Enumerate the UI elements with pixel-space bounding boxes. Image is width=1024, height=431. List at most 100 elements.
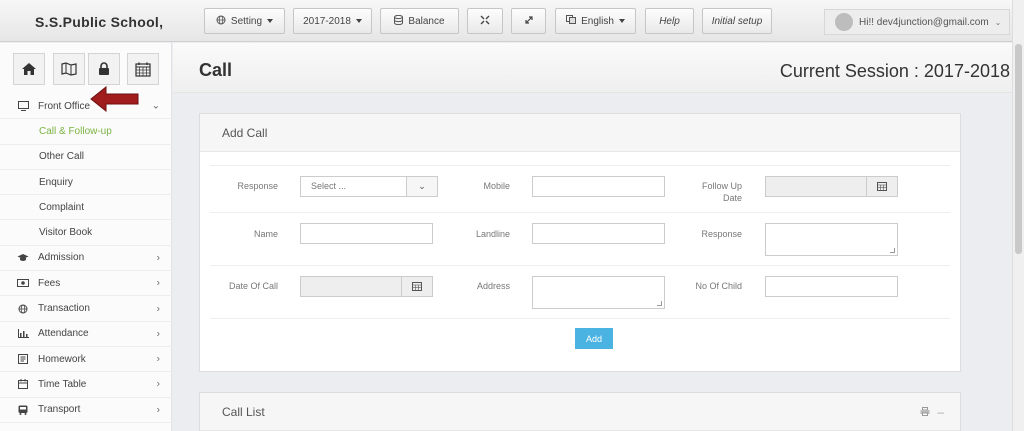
sidebar: Front Office ⌄ Call & Follow-up Other Ca… <box>0 43 172 431</box>
add-button[interactable]: Add <box>575 328 613 349</box>
follow-up-date-field[interactable] <box>765 176 898 197</box>
brand-name: S.S.Public School, <box>35 14 164 30</box>
red-arrow-icon <box>90 86 139 112</box>
sidebar-item-label: Transaction <box>38 303 90 315</box>
expand-icon <box>524 15 534 28</box>
user-menu[interactable]: Hi!! dev4junction@gmail.com ⌄ <box>824 9 1010 35</box>
bus-icon <box>15 405 31 415</box>
sidebar-item-enquiry[interactable]: Enquiry <box>0 170 172 196</box>
help-label: Help <box>659 15 680 27</box>
scrollbar-thumb[interactable] <box>1015 44 1022 254</box>
fullscreen-button[interactable] <box>467 8 503 34</box>
chevron-right-icon: › <box>156 303 160 315</box>
year-label: 2017-2018 <box>303 15 351 27</box>
mobile-label: Mobile <box>483 181 510 191</box>
sidebar-item-homework[interactable]: Homework › <box>0 347 172 373</box>
response-textarea[interactable] <box>765 223 898 256</box>
sidebar-item-label: Admission <box>38 252 85 264</box>
monitor-icon <box>15 101 31 112</box>
lock-icon[interactable] <box>88 53 120 85</box>
chevron-right-icon: › <box>156 404 160 416</box>
language-label: English <box>581 15 614 27</box>
sidebar-item-transport[interactable]: Transport › <box>0 398 172 423</box>
chevron-right-icon: › <box>156 277 160 289</box>
sidebar-item-label: Transport <box>38 404 81 416</box>
map-icon[interactable] <box>53 53 85 85</box>
sidebar-item-fees[interactable]: Fees › <box>0 271 172 297</box>
sidebar-item-attendance[interactable]: Attendance › <box>0 322 172 347</box>
date-of-call-field[interactable] <box>300 276 433 297</box>
sidebar-item-time-table[interactable]: Time Table › <box>0 372 172 398</box>
panel-title: Add Call <box>200 114 960 152</box>
no-of-child-label: No Of Child <box>695 281 742 291</box>
language-icon <box>566 15 577 27</box>
mobile-field[interactable] <box>532 176 665 197</box>
address-textarea[interactable] <box>532 276 665 309</box>
landline-field[interactable] <box>532 223 665 244</box>
sidebar-item-label: Front Office <box>38 100 91 112</box>
calendar-icon <box>15 379 31 390</box>
expand-button[interactable] <box>511 8 546 34</box>
top-bar: S.S.Public School, Setting 2017-2018 Bal… <box>0 0 1024 42</box>
sidebar-item-complaint[interactable]: Complaint <box>0 195 172 221</box>
name-field[interactable] <box>300 223 433 244</box>
sidebar-item-front-office[interactable]: Front Office ⌄ <box>0 94 172 120</box>
calendar-icon[interactable] <box>127 53 159 85</box>
chevron-right-icon: › <box>156 252 160 264</box>
no-of-child-field[interactable] <box>765 276 898 297</box>
add-call-panel: Add Call Response Select ... ⌄ Mobile Fo… <box>199 113 961 372</box>
divider <box>210 165 950 166</box>
money-icon <box>15 279 31 288</box>
call-list-header: Call List – <box>200 393 960 431</box>
follow-up-label: Follow Up Date <box>678 180 742 204</box>
bar-chart-icon <box>15 329 31 339</box>
sidebar-item-visitor-book[interactable]: Visitor Book <box>0 220 172 246</box>
landline-label: Landline <box>475 229 510 239</box>
resize-handle-icon[interactable] <box>657 301 662 306</box>
calendar-icon[interactable] <box>401 276 433 297</box>
vertical-scrollbar[interactable] <box>1012 0 1024 431</box>
divider <box>210 212 950 213</box>
sidebar-item-other-call[interactable]: Other Call <box>0 145 172 170</box>
name-label: Name <box>253 229 278 239</box>
globe-icon <box>15 304 31 314</box>
help-button[interactable]: Help <box>645 8 694 34</box>
sidebar-item-label: Enquiry <box>39 176 73 188</box>
balance-label: Balance <box>408 15 445 27</box>
chevron-right-icon: › <box>156 378 160 390</box>
sidebar-item-label: Visitor Book <box>39 227 93 239</box>
resize-handle-icon[interactable] <box>890 248 895 253</box>
initial-setup-button[interactable]: Initial setup <box>702 8 772 34</box>
home-icon[interactable] <box>13 53 45 85</box>
chevron-down-icon: ⌄ <box>151 100 160 112</box>
language-dropdown[interactable]: English <box>555 8 636 34</box>
divider <box>210 265 950 266</box>
chevron-down-icon[interactable]: ⌄ <box>406 176 438 197</box>
response2-label: Response <box>701 229 742 239</box>
calendar-icon[interactable] <box>866 176 898 197</box>
sidebar-item-transaction[interactable]: Transaction › <box>0 296 172 322</box>
sidebar-item-admission[interactable]: Admission › <box>0 246 172 272</box>
caret-down-icon <box>267 19 274 23</box>
avatar <box>835 13 853 31</box>
follow-up-label-line2: Date <box>722 193 742 203</box>
print-icon[interactable] <box>920 393 930 431</box>
year-dropdown[interactable]: 2017-2018 <box>293 8 372 34</box>
database-icon <box>394 14 404 28</box>
sidebar-item-label: Homework <box>38 353 86 365</box>
book-icon <box>15 354 31 365</box>
minimize-icon[interactable]: – <box>937 393 944 431</box>
chevron-right-icon: › <box>156 353 160 365</box>
setting-button[interactable]: Setting <box>204 8 285 34</box>
sidebar-item-call-follow-up[interactable]: Call & Follow-up <box>0 119 172 145</box>
chevron-right-icon: › <box>156 328 160 340</box>
caret-down-icon <box>355 19 362 23</box>
sidebar-item-label: Attendance <box>38 328 89 340</box>
balance-button[interactable]: Balance <box>380 8 459 34</box>
main-content: Call Current Session : 2017-2018 Add Cal… <box>173 43 1012 431</box>
sidebar-item-label: Fees <box>38 277 61 289</box>
sidebar-menu: Front Office ⌄ Call & Follow-up Other Ca… <box>0 94 172 423</box>
address-label: Address <box>476 281 510 291</box>
response-select[interactable]: Select ... ⌄ <box>300 176 438 197</box>
sidebar-item-label: Other Call <box>39 151 85 163</box>
